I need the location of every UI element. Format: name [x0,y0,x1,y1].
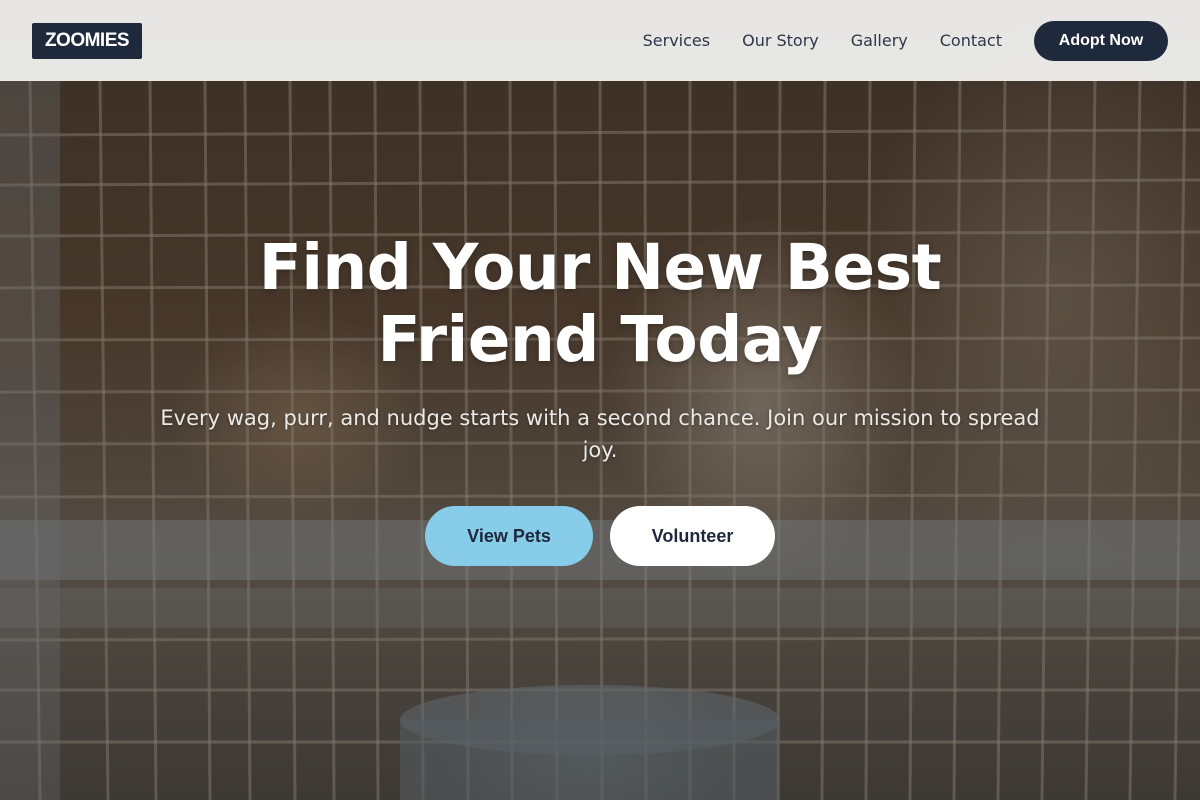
hero-cta-group: View Pets Volunteer [0,506,1200,566]
volunteer-button[interactable]: Volunteer [610,506,775,566]
hero-headline-line2: Friend Today [377,303,823,376]
top-navigation-bar: ZOOMIES Services Our Story Gallery Conta… [0,0,1200,81]
hero-headline: Find Your New Best Friend Today [150,232,1050,376]
view-pets-button[interactable]: View Pets [425,506,593,566]
hero-subtitle: Every wag, purr, and nudge starts with a… [160,406,1040,462]
adopt-now-button[interactable]: Adopt Now [1034,20,1168,61]
nav-link-services[interactable]: Services [643,31,710,50]
brand-logo[interactable]: ZOOMIES [32,22,142,59]
nav-link-gallery[interactable]: Gallery [851,31,908,50]
nav-menu: Services Our Story Gallery Contact Adopt… [643,20,1168,61]
nav-link-our-story[interactable]: Our Story [742,31,819,50]
nav-link-contact[interactable]: Contact [940,31,1002,50]
hero-headline-line1: Find Your New Best [258,231,942,304]
hero-background-image [0,0,1200,800]
